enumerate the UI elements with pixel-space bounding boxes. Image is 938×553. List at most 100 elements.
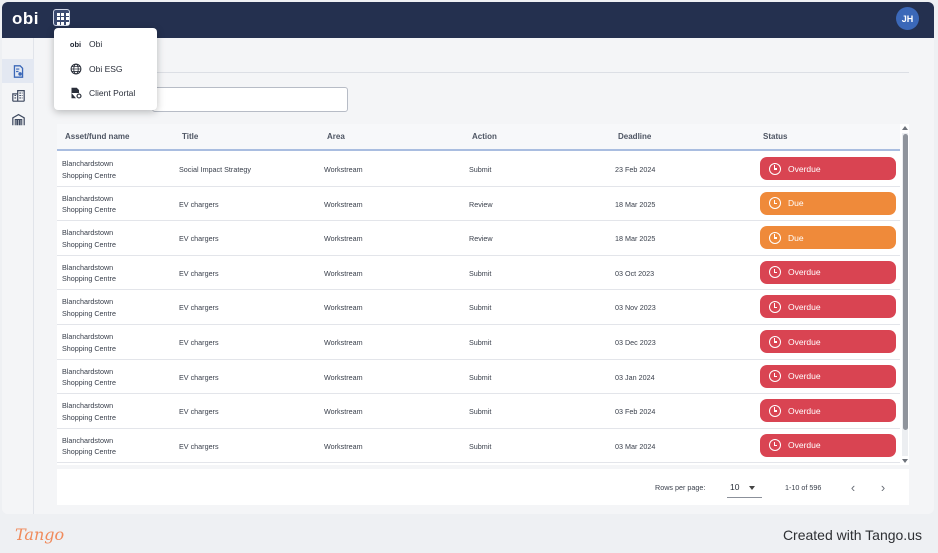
cell-title: EV chargers	[179, 441, 219, 451]
cell-action: Review	[469, 199, 493, 209]
previous-page-button[interactable]: ‹	[845, 478, 861, 496]
sidebar-item-documents[interactable]	[2, 59, 34, 83]
table-row[interactable]: Blanchardstown Shopping Centre EV chargers…	[57, 221, 900, 256]
asset-name-line: Shopping Centre	[62, 308, 116, 318]
app-switcher-menu: obi Obi Obi ESG Client Portal	[54, 28, 157, 110]
status-label: Overdue	[788, 405, 821, 416]
cell-deadline: 03 Mar 2024	[615, 441, 656, 451]
pagination-range: 1-10 of 596	[785, 483, 822, 492]
cell-asset-name: Blanchardstown Shopping Centre	[62, 400, 162, 423]
asset-name-line: Blanchardstown	[62, 332, 114, 341]
cell-deadline: 03 Nov 2023	[615, 303, 656, 313]
table-row[interactable]: Blanchardstown Shopping Centre EV chargers…	[57, 394, 900, 429]
table-row[interactable]: Blanchardstown Shopping Centre EV chargers…	[57, 325, 900, 360]
cell-title: EV chargers	[179, 234, 219, 244]
column-header-title[interactable]: Title	[182, 132, 198, 141]
scroll-down-arrow-icon[interactable]	[902, 459, 908, 463]
column-header-area[interactable]: Area	[327, 132, 345, 141]
clock-icon	[769, 162, 781, 175]
cell-area: Workstream	[324, 268, 363, 278]
table-row[interactable]: Blanchardstown Shopping Centre EV chargers…	[57, 186, 900, 222]
cell-area: Workstream	[324, 441, 363, 451]
cell-area: Workstream	[324, 234, 363, 244]
table-row[interactable]: Blanchardstown Shopping Centre EV chargers…	[57, 255, 900, 291]
cell-deadline: 03 Jan 2024	[615, 372, 655, 382]
screenshot-frame: obi JH Asset/fund name Title Area Action…	[0, 0, 938, 553]
sidebar	[2, 38, 34, 514]
tango-credit: Created with Tango.us	[782, 527, 922, 543]
asset-name-line: Blanchardstown	[62, 159, 114, 168]
asset-name-line: Shopping Centre	[62, 274, 116, 284]
column-header-deadline[interactable]: Deadline	[618, 132, 651, 141]
clock-icon	[769, 231, 781, 244]
clock-icon	[769, 335, 781, 348]
document-icon	[13, 64, 23, 78]
asset-name-line: Blanchardstown	[62, 193, 114, 203]
user-avatar[interactable]: JH	[896, 7, 919, 30]
status-badge: Overdue	[760, 157, 896, 180]
table-header: Asset/fund name Title Area Action Deadli…	[57, 124, 900, 151]
sidebar-item-warehouse[interactable]	[2, 107, 34, 131]
menu-item-obi[interactable]: obi Obi	[54, 32, 157, 57]
asset-name-line: Blanchardstown	[62, 366, 114, 376]
cell-area: Workstream	[324, 199, 363, 209]
status-label: Due	[788, 232, 804, 243]
status-badge: Due	[760, 226, 896, 250]
cell-title: Social Impact Strategy	[179, 165, 251, 174]
menu-item-client-portal[interactable]: Client Portal	[54, 81, 157, 106]
cell-asset-name: Blanchardstown Shopping Centre	[62, 296, 162, 319]
asset-name-line: Blanchardstown	[62, 401, 114, 411]
asset-name-line: Blanchardstown	[62, 262, 114, 272]
table-pagination: Rows per page: 10 1-10 of 596 ‹ ›	[57, 469, 909, 505]
asset-name-line: Blanchardstown	[62, 297, 114, 307]
cell-asset-name: Blanchardstown Shopping Centre	[62, 158, 162, 181]
table-row[interactable]: Blanchardstown Shopping Centre EV chargers…	[57, 428, 900, 464]
status-label: Overdue	[788, 267, 821, 278]
table-row[interactable]: Blanchardstown Shopping Centre EV chargers…	[57, 359, 900, 395]
cell-action: Submit	[469, 303, 492, 313]
obi-logo-icon: obi	[69, 39, 82, 49]
sidebar-item-buildings[interactable]	[2, 83, 34, 107]
next-page-button[interactable]: ›	[875, 478, 891, 496]
status-badge: Overdue	[760, 433, 896, 457]
status-badge: Overdue	[760, 399, 896, 423]
cell-action: Submit	[469, 407, 492, 417]
column-header-asset[interactable]: Asset/fund name	[65, 132, 129, 141]
globe-icon	[68, 63, 83, 75]
asset-name-line: Shopping Centre	[62, 412, 116, 422]
status-badge: Overdue	[760, 295, 896, 319]
scroll-thumb[interactable]	[902, 134, 908, 430]
cell-action: Submit	[469, 165, 492, 174]
asset-name-line: Blanchardstown	[62, 228, 114, 238]
rows-per-page-select[interactable]: 10	[727, 476, 762, 498]
table-row[interactable]: Blanchardstown Shopping Centre EV chargers…	[57, 290, 900, 325]
status-label: Due	[788, 198, 804, 209]
caret-down-icon	[749, 486, 755, 490]
cell-title: EV chargers	[179, 338, 219, 347]
cell-action: Submit	[469, 268, 492, 278]
menu-item-label: Obi	[89, 39, 103, 50]
column-header-status[interactable]: Status	[763, 132, 787, 141]
column-header-action[interactable]: Action	[472, 132, 497, 141]
scroll-up-arrow-icon[interactable]	[902, 126, 908, 130]
menu-item-label: Client Portal	[89, 88, 136, 99]
cell-title: EV chargers	[179, 407, 219, 417]
status-label: Overdue	[788, 440, 821, 451]
search-input[interactable]	[152, 87, 348, 112]
rows-per-page-value: 10	[730, 482, 740, 492]
menu-item-obi-esg[interactable]: Obi ESG	[54, 57, 157, 82]
clock-icon	[769, 300, 781, 313]
cell-action: Submit	[469, 338, 492, 347]
cell-deadline: 03 Dec 2023	[615, 338, 656, 347]
cell-area: Workstream	[324, 165, 363, 174]
status-badge: Overdue	[760, 364, 896, 388]
cell-asset-name: Blanchardstown Shopping Centre	[62, 331, 162, 354]
table-scrollbar[interactable]	[902, 125, 908, 464]
status-badge: Overdue	[760, 330, 896, 353]
table-row[interactable]: Blanchardstown Shopping Centre Social Impa…	[57, 152, 900, 187]
cell-asset-name: Blanchardstown Shopping Centre	[62, 193, 162, 216]
asset-name-line: Blanchardstown	[62, 435, 114, 445]
status-label: Overdue	[788, 371, 821, 382]
obi-logo[interactable]: obi	[12, 9, 39, 29]
app-switcher-grid-icon[interactable]	[53, 9, 70, 26]
